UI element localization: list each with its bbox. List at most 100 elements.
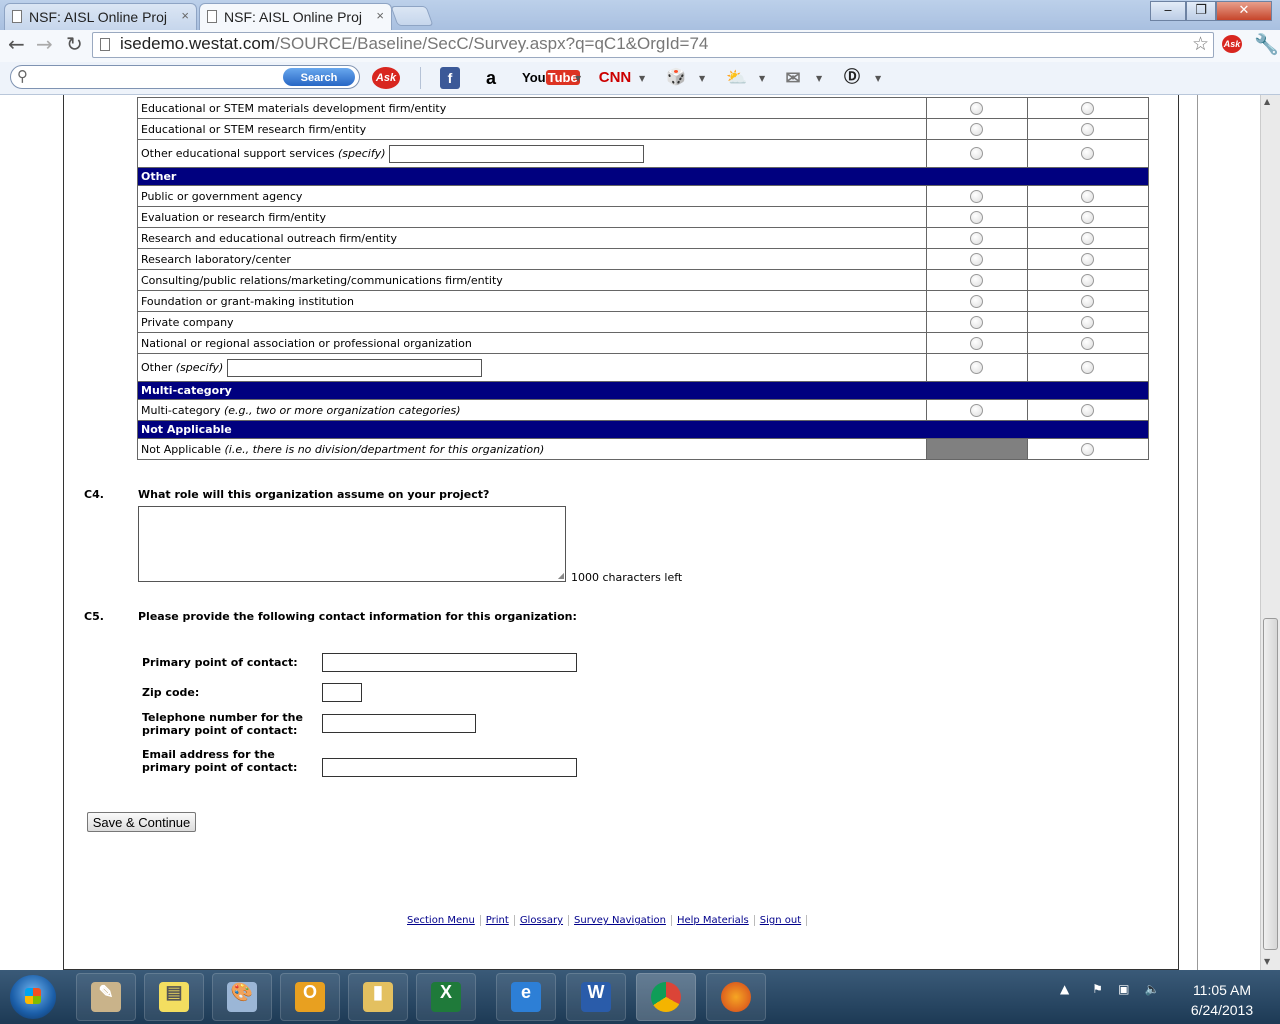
radio-button[interactable] (1081, 442, 1095, 456)
footer-link-help-materials[interactable]: Help Materials (671, 915, 755, 926)
taskbar-app-sticky[interactable]: ▤ (144, 973, 204, 1021)
taskbar-app-excel[interactable]: X (416, 973, 476, 1021)
chevron-down-icon[interactable]: ▼ (875, 74, 881, 83)
radio-button[interactable] (970, 294, 984, 308)
radio-button[interactable] (970, 101, 984, 115)
contact-input[interactable] (322, 653, 577, 672)
radio-button[interactable] (970, 336, 984, 350)
maximize-button[interactable]: ❐ (1186, 1, 1216, 21)
bookmark-star-icon[interactable]: ☆ (1192, 33, 1209, 55)
tab-2[interactable]: NSF: AISL Online Proj × (199, 3, 392, 30)
taskbar-app-firefox[interactable] (706, 973, 766, 1021)
chevron-down-icon[interactable]: ▼ (816, 74, 822, 83)
radio-button[interactable] (970, 122, 984, 136)
footer-link-section-menu[interactable]: Section Menu (402, 915, 481, 926)
scrollbar-thumb[interactable] (1263, 618, 1278, 950)
toolbar-search-input[interactable]: ⚲ Search (10, 65, 360, 89)
chevron-down-icon[interactable]: ▼ (699, 74, 705, 83)
radio-button[interactable] (1081, 294, 1095, 308)
url-input[interactable]: isedemo.westat.com/SOURCE/Baseline/SecC/… (92, 32, 1214, 58)
taskbar-app-ie[interactable]: e (496, 973, 556, 1021)
close-tab-icon[interactable]: × (181, 8, 189, 23)
specify-input[interactable] (389, 144, 645, 163)
new-tab-button[interactable] (390, 6, 434, 26)
role-textarea[interactable]: ◢ (138, 506, 566, 582)
chevron-down-icon[interactable]: ▼ (575, 74, 581, 83)
radio-button[interactable] (970, 361, 984, 375)
reload-icon[interactable]: ↻ (66, 32, 83, 56)
resize-handle-icon[interactable]: ◢ (558, 571, 564, 580)
specify-label: (specify) (175, 360, 224, 374)
taskbar-app-notes[interactable]: ✎ (76, 973, 136, 1021)
mail-icon[interactable]: ✉ (780, 67, 806, 89)
scroll-down-icon[interactable]: ▼ (1264, 957, 1270, 966)
amazon-icon[interactable]: a (482, 67, 500, 89)
wrench-icon[interactable]: 🔧 (1254, 32, 1279, 56)
vertical-scrollbar[interactable]: ▲ ▼ (1260, 95, 1280, 970)
radio-button[interactable] (970, 315, 984, 329)
row-label: Multi-category (141, 403, 221, 417)
network-icon[interactable]: ▣ (1118, 982, 1129, 996)
column-1-cell (925, 353, 1028, 382)
taskbar-app-explorer[interactable]: ▮ (348, 973, 408, 1021)
email-label-line1: Email address for the (142, 748, 275, 761)
chevron-down-icon[interactable]: ▼ (759, 74, 765, 83)
minimize-button[interactable]: ‒ (1150, 1, 1186, 21)
radio-button[interactable] (1081, 231, 1095, 245)
radio-button[interactable] (970, 210, 984, 224)
clock[interactable]: 11:05 AM 6/24/2013 (1180, 980, 1264, 1020)
tab-title: NSF: AISL Online Proj (29, 9, 167, 25)
close-tab-icon[interactable]: × (376, 8, 384, 23)
back-icon[interactable]: ← (8, 32, 25, 56)
specify-input[interactable] (226, 358, 482, 377)
games-icon[interactable]: 🎲 (664, 67, 688, 89)
taskbar-app-chrome[interactable] (636, 973, 696, 1021)
radio-button[interactable] (1081, 101, 1095, 115)
footer-link-print[interactable]: Print (480, 915, 515, 926)
footer-link-survey-navigation[interactable]: Survey Navigation (569, 915, 672, 926)
taskbar-app-word[interactable]: W (566, 973, 626, 1021)
taskbar-app-paint[interactable]: 🎨 (212, 973, 272, 1021)
forward-icon[interactable]: → (36, 32, 53, 56)
radio-button[interactable] (1081, 189, 1095, 203)
radio-button[interactable] (1081, 273, 1095, 287)
radio-button[interactable] (1081, 403, 1095, 417)
radio-button[interactable] (970, 403, 984, 417)
phone-input[interactable] (322, 714, 476, 733)
start-button[interactable] (10, 975, 56, 1019)
radio-button[interactable] (1081, 336, 1095, 350)
radio-button[interactable] (970, 189, 984, 203)
ask-icon[interactable]: Ask (372, 67, 400, 89)
footer-link-glossary[interactable]: Glossary (514, 915, 570, 926)
tab-1[interactable]: NSF: AISL Online Proj × (4, 3, 197, 30)
youtube-icon[interactable]: You Tube (522, 67, 580, 89)
email-input[interactable] (322, 758, 577, 777)
action-center-flag-icon[interactable]: ⚑ (1092, 982, 1103, 996)
radio-button[interactable] (970, 147, 984, 161)
search-button[interactable]: Search (283, 68, 355, 86)
volume-icon[interactable]: 🔈 (1145, 982, 1160, 996)
radio-button[interactable] (1081, 361, 1095, 375)
column-1-cell (925, 118, 1028, 140)
radio-button[interactable] (1081, 210, 1095, 224)
radio-button[interactable] (1081, 122, 1095, 136)
facebook-icon[interactable]: f (440, 67, 460, 89)
radio-button[interactable] (1081, 147, 1095, 161)
chevron-down-icon[interactable]: ▼ (639, 74, 645, 83)
close-window-button[interactable]: ✕ (1216, 1, 1272, 21)
save-continue-button[interactable]: Save & Continue (87, 812, 196, 832)
radio-button[interactable] (1081, 315, 1095, 329)
radio-button[interactable] (970, 252, 984, 266)
radio-button[interactable] (970, 273, 984, 287)
taskbar-app-outlook[interactable]: O (280, 973, 340, 1021)
scroll-up-icon[interactable]: ▲ (1264, 97, 1270, 106)
show-hidden-icons-icon[interactable]: ▲ (1060, 982, 1069, 996)
ask-icon[interactable]: Ask (1222, 35, 1242, 53)
radio-button[interactable] (970, 231, 984, 245)
cnn-icon[interactable]: CNN (598, 67, 632, 89)
weather-icon[interactable]: ⛅ (724, 67, 750, 89)
zip-input[interactable] (322, 683, 362, 702)
footer-link-sign-out[interactable]: Sign out (754, 915, 808, 926)
dictionary-icon[interactable]: Ⓓ (838, 67, 866, 89)
radio-button[interactable] (1081, 252, 1095, 266)
